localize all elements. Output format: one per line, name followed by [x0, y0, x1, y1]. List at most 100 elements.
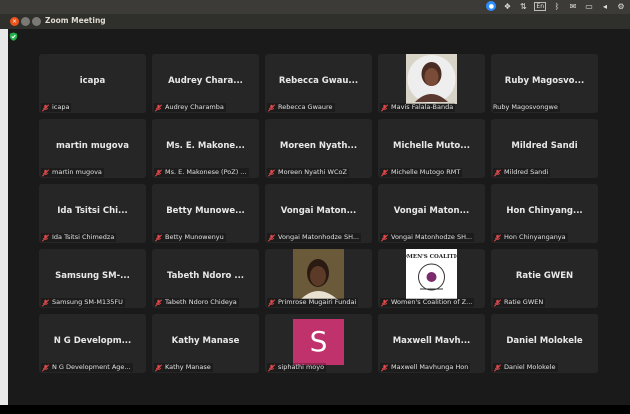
participant-tile[interactable]: OMEN'S COALITIO Women's Coalition of Z...	[378, 249, 485, 308]
muted-mic-icon	[154, 363, 163, 372]
participant-label-text: Hon Chinyanganya	[504, 233, 566, 241]
participant-label: Michelle Mutogo RMT	[380, 168, 463, 177]
participant-tile[interactable]: Mavis Falala-Banda	[378, 54, 485, 113]
participant-label-text: Ratie GWEN	[504, 298, 544, 306]
participant-tile[interactable]: Samsung SM-... Samsung SM-M135FU	[39, 249, 146, 308]
participant-tile[interactable]: Tabeth Ndoro ... Tabeth Ndoro Chideya	[152, 249, 259, 308]
close-button[interactable]: ×	[10, 17, 19, 26]
participant-tile[interactable]: icapa icapa	[39, 54, 146, 113]
network-icon[interactable]: ⇅	[518, 1, 528, 11]
muted-mic-icon	[380, 103, 389, 112]
keyboard-language-indicator[interactable]: En	[534, 1, 546, 11]
muted-mic-icon	[41, 298, 50, 307]
muted-mic-icon	[154, 233, 163, 242]
muted-mic-icon	[154, 168, 163, 177]
participant-label-text: Ms. E. Makonese (PoZ) ...	[165, 168, 247, 176]
participant-label: Mavis Falala-Banda	[380, 103, 456, 112]
participant-label-text: icapa	[52, 103, 70, 111]
participant-tile[interactable]: Michelle Muto... Michelle Mutogo RMT	[378, 119, 485, 178]
bluetooth-icon[interactable]: ᛒ	[552, 1, 562, 11]
battery-icon[interactable]: ▭	[584, 1, 594, 11]
participant-label: Ruby Magosvongwe	[493, 103, 560, 112]
participant-label: icapa	[41, 103, 72, 112]
muted-mic-icon	[493, 298, 502, 307]
muted-mic-icon	[380, 233, 389, 242]
participant-label: Ms. E. Makonese (PoZ) ...	[154, 168, 249, 177]
participant-label: Ida Tsitsi Chimedza	[41, 233, 117, 242]
participant-name: Ms. E. Makone...	[166, 141, 245, 151]
participant-tile[interactable]: Mildred Sandi Mildred Sandi	[491, 119, 598, 178]
participant-tile[interactable]: Rebecca Gwau... Rebecca Gwaure	[265, 54, 372, 113]
participant-tile[interactable]: Ratie GWEN Ratie GWEN	[491, 249, 598, 308]
participant-photo	[406, 54, 457, 104]
participant-tile[interactable]: Betty Munowe... Betty Munowenyu	[152, 184, 259, 243]
participant-name: martin mugova	[56, 141, 129, 151]
muted-mic-icon	[267, 233, 276, 242]
participant-label: Maxwell Mavhunga Hon	[380, 363, 471, 372]
maximize-button[interactable]	[32, 17, 41, 26]
participant-tile[interactable]: martin mugova martin mugova	[39, 119, 146, 178]
participant-tile[interactable]: Ms. E. Makone... Ms. E. Makonese (PoZ) ..…	[152, 119, 259, 178]
participant-tile[interactable]: Vongai Maton... Vongai Matonhodze SH...	[265, 184, 372, 243]
participant-label-text: Samsung SM-M135FU	[52, 298, 123, 306]
participant-label: Women's Coalition of Z...	[380, 298, 475, 307]
participant-tile[interactable]: Vongai Maton... Vongai Matonhodze SH...	[378, 184, 485, 243]
participant-label-text: Maxwell Mavhunga Hon	[391, 363, 469, 371]
participant-label: Rebecca Gwaure	[267, 103, 335, 112]
muted-mic-icon	[41, 168, 50, 177]
participant-tile[interactable]: Kathy Manase Kathy Manase	[152, 314, 259, 373]
participant-label-text: Mavis Falala-Banda	[391, 103, 454, 111]
participant-name: Maxwell Mavh...	[392, 336, 471, 346]
window-title: Zoom Meeting	[45, 16, 106, 25]
participant-label-text: martin mugova	[52, 168, 102, 176]
participant-label: Vongai Matonhodze SH...	[380, 233, 475, 242]
participant-tile[interactable]: Hon Chinyang... Hon Chinyanganya	[491, 184, 598, 243]
participant-tile[interactable]: Ruby Magosvo... Ruby Magosvongwe	[491, 54, 598, 113]
participant-tile[interactable]: Primrose Mugairi Fundai	[265, 249, 372, 308]
participant-label-text: Mildred Sandi	[504, 168, 549, 176]
muted-mic-icon	[380, 298, 389, 307]
participant-label: Betty Munowenyu	[154, 233, 226, 242]
encryption-shield-icon[interactable]	[9, 32, 18, 41]
participant-label-text: Vongai Matonhodze SH...	[278, 233, 360, 241]
svg-text:OMEN'S COALITIO: OMEN'S COALITIO	[406, 254, 457, 260]
bottom-bar	[0, 405, 630, 414]
window-titlebar: × Zoom Meeting	[0, 14, 630, 29]
participant-name: Vongai Maton...	[393, 206, 470, 216]
system-tray: ● ❖ ⇅ En ᛒ ✉ ▭ ◂ ⚙	[486, 1, 626, 11]
participant-name: Samsung SM-...	[55, 271, 130, 281]
participant-label: Ratie GWEN	[493, 298, 546, 307]
participant-label-text: Daniel Molokele	[504, 363, 556, 371]
dropbox-icon[interactable]: ❖	[502, 1, 512, 11]
participant-label-text: Michelle Mutogo RMT	[391, 168, 461, 176]
participant-label-text: N G Development Age...	[52, 363, 131, 371]
participant-tile[interactable]: Audrey Chara... Audrey Charamba	[152, 54, 259, 113]
participant-label: Tabeth Ndoro Chideya	[154, 298, 239, 307]
participant-name: Kathy Manase	[171, 336, 240, 346]
volume-icon[interactable]: ◂	[600, 1, 610, 11]
minimize-button[interactable]	[21, 17, 30, 26]
participant-label-text: Betty Munowenyu	[165, 233, 224, 241]
participant-label-text: siphathi moyo	[278, 363, 325, 371]
participant-label: Samsung SM-M135FU	[41, 298, 125, 307]
participant-tile[interactable]: Ida Tsitsi Chi... Ida Tsitsi Chimedza	[39, 184, 146, 243]
participant-label: Daniel Molokele	[493, 363, 558, 372]
participant-tile[interactable]: Moreen Nyath... Moreen Nyathi WCoZ	[265, 119, 372, 178]
participant-tile[interactable]: Ssiphathi moyo	[265, 314, 372, 373]
system-top-bar: ● ❖ ⇅ En ᛒ ✉ ▭ ◂ ⚙	[0, 0, 630, 14]
participant-label-text: Kathy Manase	[165, 363, 211, 371]
participant-name: Moreen Nyath...	[279, 141, 358, 151]
background-window-edge	[0, 29, 8, 414]
participant-label-text: Rebecca Gwaure	[278, 103, 333, 111]
mail-icon[interactable]: ✉	[568, 1, 578, 11]
muted-mic-icon	[493, 363, 502, 372]
muted-mic-icon	[41, 103, 50, 112]
participant-tile[interactable]: N G Developm... N G Development Age...	[39, 314, 146, 373]
participant-tile[interactable]: Daniel Molokele Daniel Molokele	[491, 314, 598, 373]
gear-icon[interactable]: ⚙	[616, 1, 626, 11]
muted-mic-icon	[267, 363, 276, 372]
muted-mic-icon	[41, 363, 50, 372]
zoom-tray-icon[interactable]: ●	[486, 1, 497, 11]
participant-tile[interactable]: Maxwell Mavh... Maxwell Mavhunga Hon	[378, 314, 485, 373]
participant-label: Vongai Matonhodze SH...	[267, 233, 362, 242]
